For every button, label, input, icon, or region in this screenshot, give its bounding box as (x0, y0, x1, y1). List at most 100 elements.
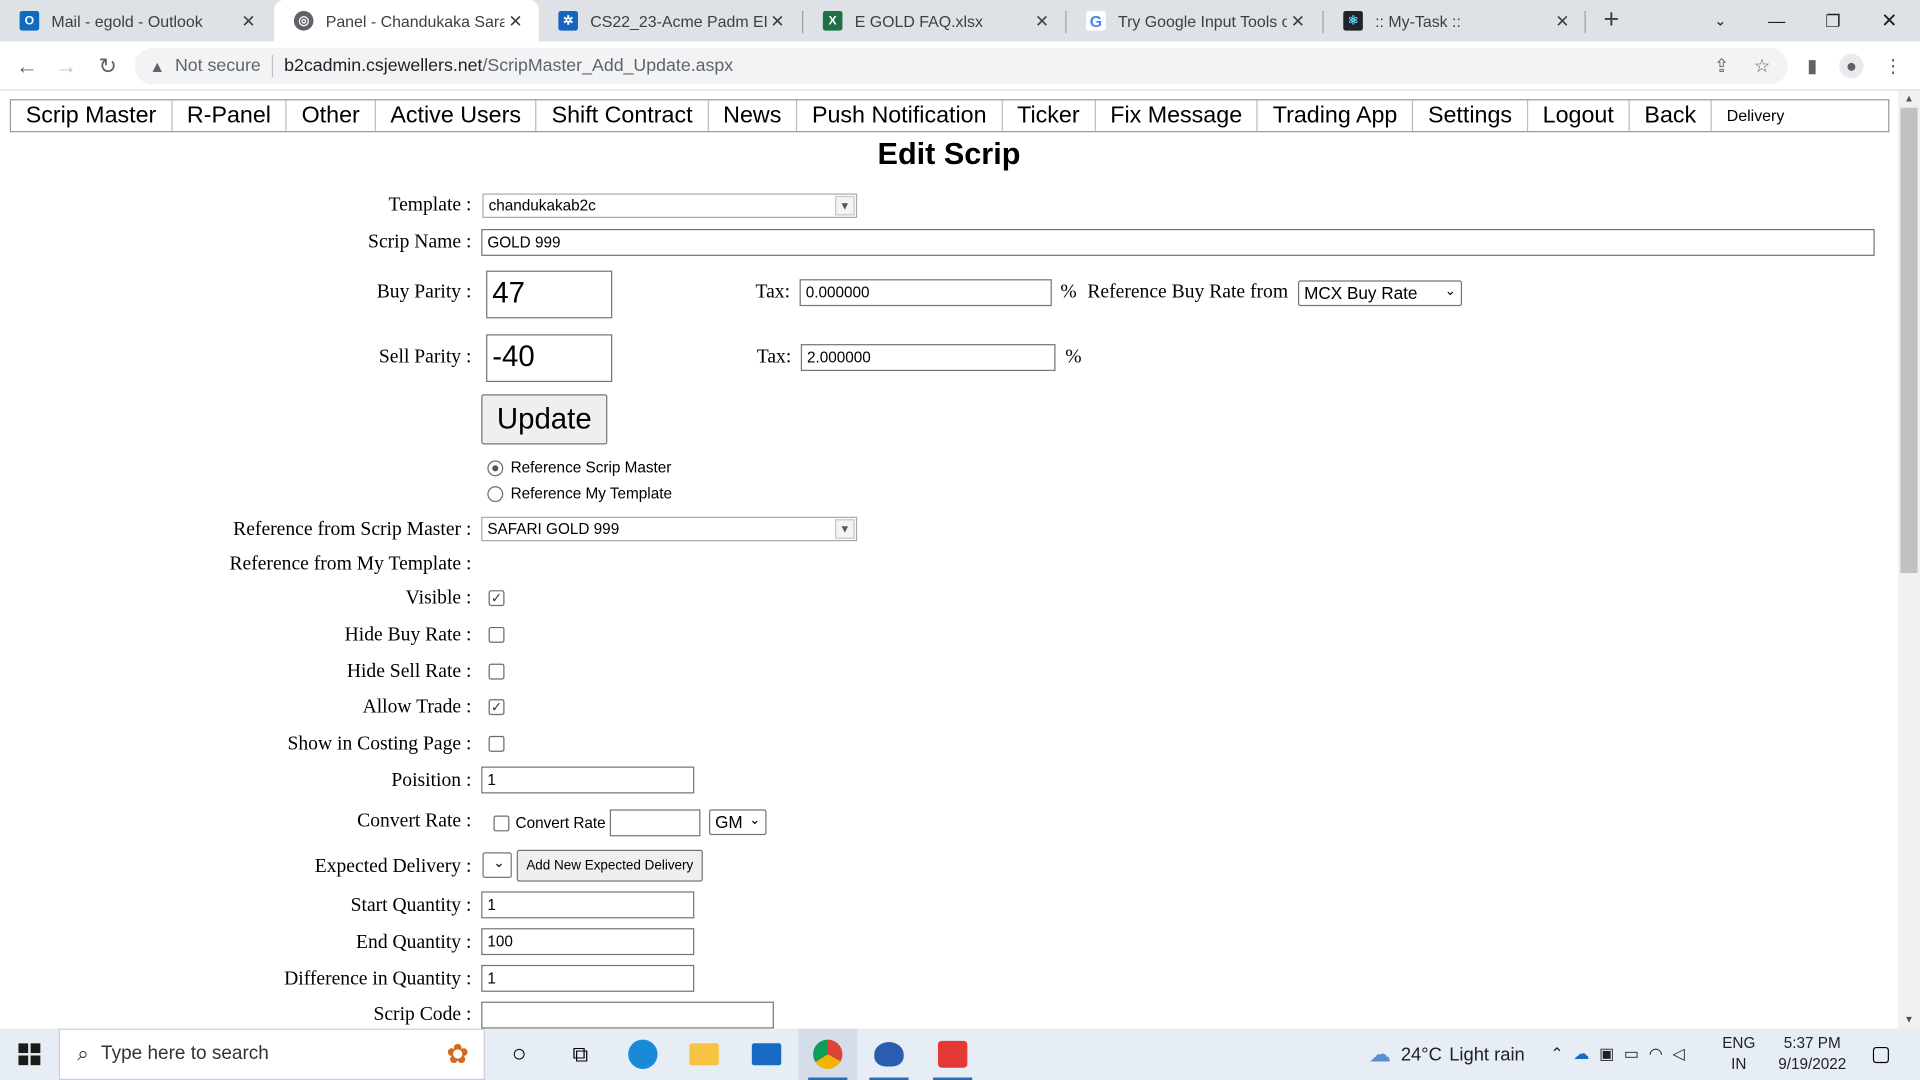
notification-icon[interactable]: ▢ (1851, 1029, 1910, 1080)
chrome-icon[interactable] (798, 1028, 858, 1080)
end-quantity-input[interactable]: 100 (481, 928, 695, 956)
scroll-up-icon[interactable]: ▲ (1898, 91, 1920, 108)
profile-avatar-icon[interactable]: ● (1839, 53, 1864, 79)
reload-icon[interactable]: ↻ (93, 51, 122, 80)
tab-excel[interactable]: X E GOLD FAQ.xlsx ✕ (803, 0, 1065, 42)
taskbar-search-box[interactable]: ⌕ Type here to search ✿ (58, 1028, 485, 1080)
template-select[interactable]: chandukakab2c ▼ (482, 193, 858, 218)
reference-my-template-label[interactable]: Reference My Template (511, 485, 672, 502)
tab-panel[interactable]: ◎ Panel - Chandukaka Saraf & ✕ (274, 0, 539, 42)
mail-icon[interactable] (737, 1029, 796, 1080)
weather-widget[interactable]: ☁ 24°C Light rain (1369, 1029, 1525, 1080)
menu-news[interactable]: News (708, 100, 798, 132)
position-input[interactable]: 1 (481, 766, 695, 794)
close-icon[interactable]: ✕ (1287, 10, 1309, 31)
start-quantity-input[interactable]: 1 (481, 891, 695, 919)
sell-tax-input[interactable]: 2.000000 (800, 344, 1056, 372)
chevron-down-icon: ⌄ (1444, 284, 1456, 299)
visible-checkbox[interactable]: ✓ (488, 590, 505, 607)
forward-arrow-icon[interactable]: → (51, 51, 80, 80)
tab-title: :: My-Task :: (1375, 11, 1461, 31)
ref-scrip-master-select[interactable]: SAFARI GOLD 999 ▼ (481, 516, 858, 542)
page-scrollbar[interactable]: ▲ ▼ (1897, 90, 1920, 1029)
menu-back[interactable]: Back (1630, 100, 1713, 132)
kebab-menu-icon[interactable]: ⋮ (1881, 54, 1905, 78)
tab-search-chevron-icon[interactable]: ⌄ (1692, 0, 1748, 42)
buy-tax-input[interactable]: 0.000000 (799, 279, 1052, 307)
language-indicator[interactable]: ENG IN (1714, 1033, 1763, 1075)
wifi-icon[interactable]: ◠ (1649, 1044, 1663, 1064)
address-bar[interactable]: ▲ Not secure b2cadmin.csjewellers.net/Sc… (134, 47, 1788, 85)
hide-sell-rate-checkbox[interactable] (488, 663, 505, 680)
meet-now-icon[interactable]: ▣ (1599, 1044, 1614, 1064)
task-view-icon[interactable]: ⧉ (551, 1029, 610, 1080)
minimize-button[interactable]: — (1749, 0, 1805, 42)
menu-other[interactable]: Other (287, 100, 376, 132)
reference-scrip-master-label[interactable]: Reference Scrip Master (511, 459, 672, 476)
menu-scrip-master[interactable]: Scrip Master (11, 100, 173, 132)
chevron-up-icon[interactable]: ⌃ (1550, 1044, 1563, 1064)
add-expected-delivery-button[interactable]: Add New Expected Delivery (516, 849, 703, 882)
chevron-down-icon: ▼ (835, 195, 855, 216)
side-panel-icon[interactable]: ▮ (1800, 54, 1824, 78)
buy-parity-input[interactable]: 47 (486, 270, 613, 319)
edge-icon[interactable] (613, 1029, 672, 1080)
cortana-icon[interactable]: ○ (490, 1029, 549, 1080)
volume-icon[interactable]: ◁ (1672, 1044, 1684, 1064)
scroll-down-icon[interactable]: ▼ (1898, 1011, 1920, 1028)
update-button[interactable]: Update (481, 394, 608, 445)
tab-google-input[interactable]: G Try Google Input Tools onli ✕ (1067, 0, 1322, 42)
convert-unit-select[interactable]: GM ⌄ (708, 809, 767, 836)
security-status[interactable]: Not secure (175, 56, 261, 76)
share-icon[interactable]: ⇪ (1709, 54, 1733, 78)
close-icon[interactable]: ✕ (1551, 10, 1573, 31)
bird-app-icon[interactable] (860, 1029, 919, 1080)
excel-icon: X (822, 11, 843, 31)
battery-icon[interactable]: ▭ (1624, 1044, 1639, 1064)
back-arrow-icon[interactable]: ← (12, 51, 41, 80)
url-text[interactable]: b2cadmin.csjewellers.net/ScripMaster_Add… (284, 56, 733, 76)
allow-trade-checkbox[interactable]: ✓ (488, 699, 505, 716)
file-explorer-icon[interactable] (675, 1029, 734, 1080)
close-icon[interactable]: ✕ (1031, 10, 1053, 31)
reference-scrip-master-radio[interactable] (487, 460, 504, 477)
clock[interactable]: 5:37 PM 9/19/2022 (1763, 1033, 1861, 1075)
menu-ticker[interactable]: Ticker (1002, 100, 1096, 132)
menu-delivery[interactable]: Delivery (1712, 100, 1799, 131)
bookmark-star-icon[interactable]: ☆ (1750, 54, 1774, 78)
tab-outlook[interactable]: O Mail - egold - Outlook ✕ (0, 0, 272, 42)
convert-rate-checkbox[interactable] (493, 815, 510, 832)
close-icon[interactable]: ✕ (238, 10, 260, 31)
close-window-button[interactable]: ✕ (1861, 0, 1917, 42)
hide-buy-rate-checkbox[interactable] (488, 626, 505, 643)
tab-erp[interactable]: ✲ CS22_23-Acme Padm ERP P ✕ (539, 0, 801, 42)
close-icon[interactable]: ✕ (504, 10, 526, 31)
expected-delivery-select[interactable]: ⌄ (482, 852, 512, 878)
sell-parity-input[interactable]: -40 (486, 334, 613, 383)
region-code: IN (1731, 1055, 1747, 1073)
menu-trading-app[interactable]: Trading App (1258, 100, 1414, 132)
scrollbar-thumb[interactable] (1900, 107, 1918, 574)
menu-settings[interactable]: Settings (1413, 100, 1528, 132)
show-costing-checkbox[interactable] (488, 735, 505, 752)
reference-my-template-radio[interactable] (487, 486, 504, 503)
onedrive-icon[interactable]: ☁ (1573, 1044, 1589, 1064)
menu-r-panel[interactable]: R-Panel (172, 100, 287, 132)
scrip-code-input[interactable] (481, 1001, 774, 1029)
tab-my-task[interactable]: ⚛ :: My-Task :: ✕ (1324, 0, 1586, 42)
diff-quantity-input[interactable]: 1 (481, 964, 695, 992)
windows-start-icon[interactable] (0, 1029, 59, 1080)
menu-shift-contract[interactable]: Shift Contract (537, 100, 709, 132)
menu-active-users[interactable]: Active Users (376, 100, 537, 132)
restore-button[interactable]: ❐ (1805, 0, 1861, 42)
menu-push-notification[interactable]: Push Notification (797, 100, 1003, 132)
convert-rate-input[interactable] (609, 809, 701, 837)
anydesk-icon[interactable] (923, 1029, 982, 1080)
new-tab-button[interactable]: + (1597, 6, 1626, 35)
scrip-name-input[interactable]: GOLD 999 (481, 228, 1875, 256)
close-icon[interactable]: ✕ (767, 10, 789, 31)
menu-fix-message[interactable]: Fix Message (1096, 100, 1259, 132)
scrip-name-label: Scrip Name : (368, 231, 472, 253)
menu-logout[interactable]: Logout (1528, 100, 1630, 132)
ref-buy-rate-select[interactable]: MCX Buy Rate ⌄ (1297, 280, 1463, 307)
